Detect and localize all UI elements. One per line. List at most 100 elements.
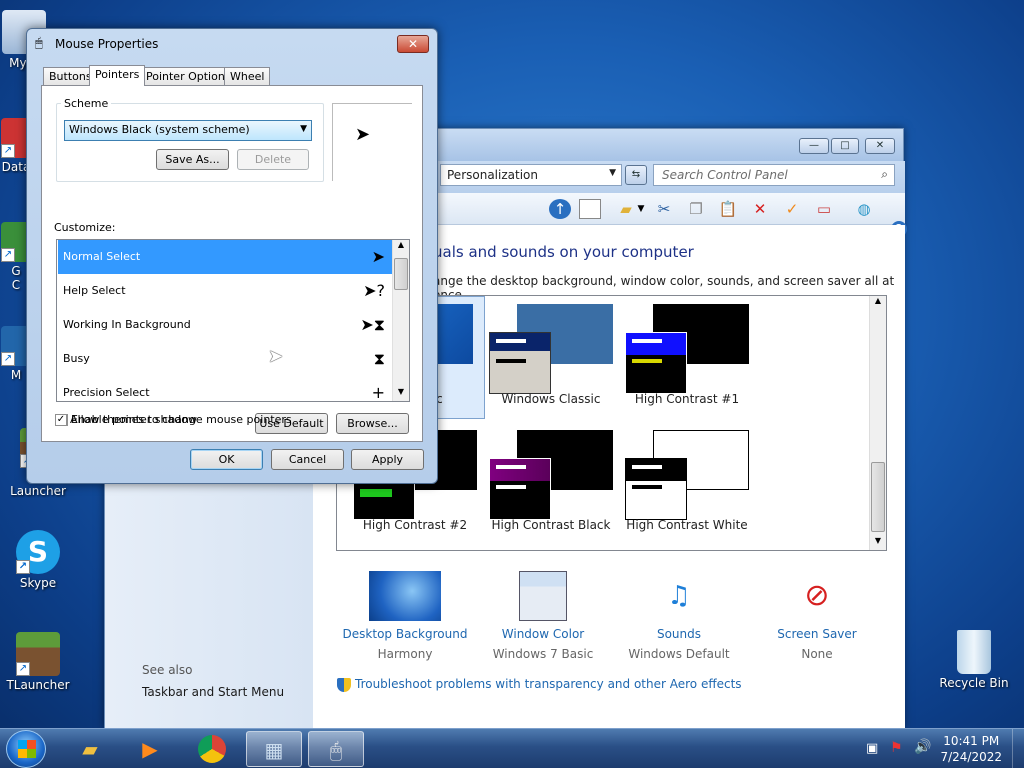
scroll-down-arrow[interactable]: ▼ bbox=[393, 387, 409, 401]
scroll-up-arrow[interactable]: ▲ bbox=[870, 296, 886, 310]
desktop-icon-recycle-bin[interactable]: Recycle Bin bbox=[936, 630, 1012, 690]
list-item[interactable]: Busy ⧗ bbox=[58, 342, 393, 376]
theme-high-contrast-white[interactable]: High Contrast White bbox=[623, 422, 751, 542]
desktop-icon-label: TLauncher bbox=[6, 678, 70, 692]
checkbox-checked-icon[interactable]: ✓ bbox=[55, 414, 67, 426]
windows-logo-icon bbox=[18, 740, 36, 758]
desktop-icon-label: Skype bbox=[19, 576, 57, 590]
apply-button[interactable]: Apply bbox=[351, 449, 424, 470]
refresh-button[interactable]: ⇆ bbox=[625, 165, 647, 185]
screen-saver-link[interactable]: Screen Saver bbox=[747, 627, 887, 641]
taskbar-control-panel[interactable]: ▦ bbox=[246, 731, 302, 767]
minimize-button[interactable]: — bbox=[799, 138, 829, 154]
troubleshoot-row[interactable]: Troubleshoot problems with transparency … bbox=[337, 677, 742, 692]
theme-windows-classic[interactable]: Windows Classic bbox=[487, 296, 615, 416]
troubleshoot-link[interactable]: Troubleshoot problems with transparency … bbox=[355, 677, 742, 691]
tab-pointers[interactable]: Pointers bbox=[89, 65, 146, 86]
taskbar-mouse-properties[interactable]: 🖱 bbox=[308, 731, 364, 767]
sounds-item[interactable]: ♫ Sounds Windows Default bbox=[609, 571, 749, 661]
mouse-icon: 🖱 bbox=[35, 36, 43, 51]
customize-label: Customize: bbox=[54, 221, 116, 234]
cut-icon[interactable]: ✂ bbox=[653, 199, 675, 219]
list-item-label: Help Select bbox=[63, 284, 126, 297]
taskbar-start-menu-link[interactable]: Taskbar and Start Menu bbox=[142, 685, 284, 699]
chevron-down-icon: ▼ bbox=[300, 124, 307, 134]
taskbar-media-player[interactable]: ▶ bbox=[122, 731, 178, 767]
desktop-background-item[interactable]: Desktop Background Harmony bbox=[335, 571, 475, 661]
clock[interactable]: 10:41 PM 7/24/2022 bbox=[940, 733, 1002, 765]
scroll-thumb[interactable] bbox=[871, 462, 885, 532]
theme-label: High Contrast #2 bbox=[362, 518, 468, 532]
help-cursor-icon: ➤? bbox=[363, 281, 385, 300]
save-as-button[interactable]: Save As... bbox=[156, 149, 229, 170]
dialog-title: Mouse Properties bbox=[55, 37, 159, 51]
pointer-list[interactable]: Normal Select ➤ Help Select ➤? Working In … bbox=[56, 239, 410, 402]
theme-high-contrast-black[interactable]: High Contrast Black bbox=[487, 422, 615, 542]
list-item-label: Normal Select bbox=[63, 250, 141, 263]
theme-list-scrollbar[interactable]: ▲ ▼ bbox=[869, 296, 886, 550]
browse-button[interactable]: Browse... bbox=[336, 413, 409, 434]
search-input[interactable]: Search Control Panel ⌕ bbox=[653, 164, 895, 186]
scroll-down-arrow[interactable]: ▼ bbox=[870, 536, 886, 550]
theme-label: High Contrast #1 bbox=[634, 392, 740, 406]
scheme-dropdown[interactable]: Windows Black (system scheme) ▼ bbox=[64, 120, 312, 141]
theme-high-contrast-1[interactable]: High Contrast #1 bbox=[623, 296, 751, 416]
sounds-icon: ♫ bbox=[667, 581, 691, 611]
maximize-button[interactable]: □ bbox=[831, 138, 859, 154]
network-icon[interactable]: ▣ bbox=[866, 741, 878, 756]
crosshair-cursor-icon: + bbox=[371, 383, 385, 402]
window-color-item[interactable]: Window Color Windows 7 Basic bbox=[473, 571, 613, 661]
media-player-icon: ▶ bbox=[142, 737, 158, 761]
tab-wheel[interactable]: Wheel bbox=[224, 67, 271, 85]
paste-icon[interactable]: 📋 bbox=[717, 199, 739, 219]
pane-icon[interactable] bbox=[579, 199, 601, 219]
ok-button[interactable]: OK bbox=[190, 449, 263, 470]
theme-label: High Contrast Black bbox=[491, 518, 611, 532]
chevron-down-icon[interactable]: ▼ bbox=[609, 168, 616, 178]
delete-button[interactable]: Delete bbox=[237, 149, 309, 170]
search-icon[interactable]: ⌕ bbox=[881, 167, 888, 182]
chevron-down-icon[interactable]: ▼ bbox=[635, 199, 647, 219]
action-center-flag-icon[interactable]: ⚑ bbox=[890, 740, 903, 756]
list-item-label: Working In Background bbox=[63, 318, 191, 331]
allow-themes-checkbox[interactable]: ✓ Allow themes to change mouse pointers bbox=[55, 413, 292, 426]
show-desktop-button[interactable] bbox=[1012, 729, 1024, 768]
volume-icon[interactable]: 🔊 bbox=[914, 739, 931, 755]
close-button[interactable]: ✕ bbox=[397, 35, 429, 53]
list-item[interactable]: Working In Background ➤⧗ bbox=[58, 308, 393, 342]
sounds-value: Windows Default bbox=[628, 647, 730, 661]
desktop-background-link[interactable]: Desktop Background bbox=[335, 627, 475, 641]
theme-label: High Contrast White bbox=[626, 518, 748, 532]
desktop-icon-skype[interactable]: S ↗ Skype bbox=[0, 530, 76, 590]
close-button[interactable]: ✕ bbox=[865, 138, 895, 154]
pointer-list-scrollbar[interactable]: ▲ ▼ bbox=[392, 240, 409, 401]
theme-preview-window bbox=[489, 458, 551, 520]
list-item[interactable]: Help Select ➤? bbox=[58, 274, 393, 308]
hourglass-cursor-icon: ⧗ bbox=[373, 349, 385, 368]
properties-icon[interactable]: ▭ bbox=[813, 199, 835, 219]
start-button[interactable] bbox=[6, 730, 46, 768]
tab-pointer-options[interactable]: Pointer Options bbox=[140, 67, 237, 85]
taskbar-explorer[interactable]: ▰ bbox=[62, 731, 118, 767]
shell-icon[interactable]: ◍ bbox=[853, 199, 875, 219]
list-item[interactable]: Precision Select + bbox=[58, 376, 393, 402]
scroll-up-arrow[interactable]: ▲ bbox=[393, 240, 409, 254]
list-item[interactable]: Normal Select ➤ bbox=[58, 240, 393, 274]
arrow-cursor-icon: ➤ bbox=[355, 124, 371, 145]
window-color-link[interactable]: Window Color bbox=[473, 627, 613, 641]
check-icon[interactable]: ✓ bbox=[781, 199, 803, 219]
delete-icon[interactable]: ✕ bbox=[749, 199, 771, 219]
taskbar-chrome[interactable] bbox=[184, 731, 240, 767]
up-arrow-icon[interactable]: ↑ bbox=[549, 199, 571, 219]
address-bar[interactable]: Personalization ▼ bbox=[440, 164, 622, 186]
cancel-button[interactable]: Cancel bbox=[271, 449, 344, 470]
screen-saver-item[interactable]: ⊘ Screen Saver None bbox=[747, 571, 887, 661]
scroll-thumb[interactable] bbox=[394, 258, 408, 290]
scheme-value: Windows Black (system scheme) bbox=[69, 123, 250, 136]
desktop-icon-tlauncher[interactable]: ↗ TLauncher bbox=[0, 632, 76, 692]
theme-label: Windows Classic bbox=[501, 392, 601, 406]
folder-icon[interactable]: ▰ bbox=[615, 199, 637, 219]
sounds-link[interactable]: Sounds bbox=[609, 627, 749, 641]
shield-icon bbox=[337, 677, 351, 692]
copy-icon[interactable]: ❐ bbox=[685, 199, 707, 219]
